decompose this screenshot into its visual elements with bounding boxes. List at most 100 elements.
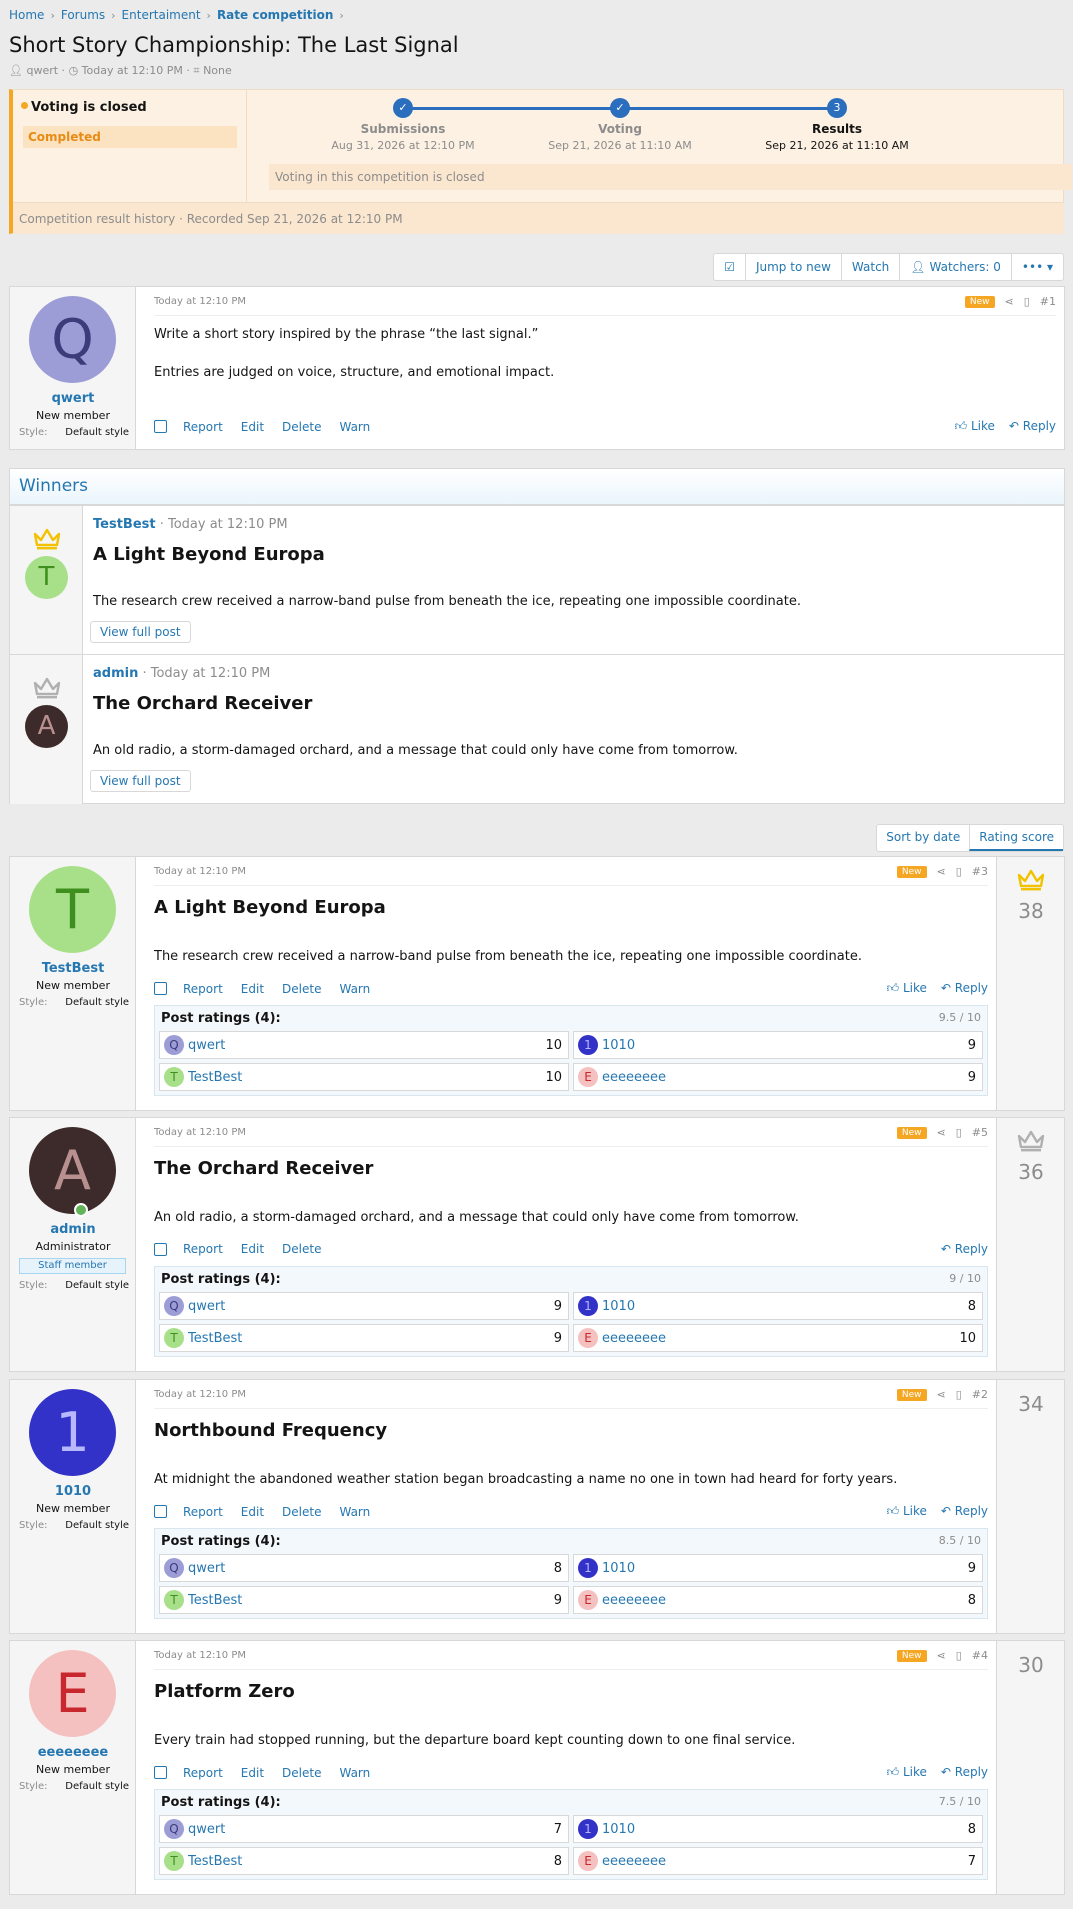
bookmark-icon[interactable]: ▯ (956, 1388, 962, 1401)
crumb-rate-competition[interactable]: Rate competition (217, 8, 333, 22)
reply-button[interactable]: ↶ Reply (1009, 419, 1056, 433)
crumb-home[interactable]: Home (9, 8, 44, 22)
select-toggle-button[interactable]: ☑︎ (714, 254, 745, 280)
post-date[interactable]: Today at 12:10 PM (154, 1127, 246, 1138)
avatar[interactable]: Q (164, 1558, 184, 1578)
avatar[interactable]: Q (29, 296, 116, 383)
select-checkbox[interactable] (154, 1766, 167, 1779)
select-checkbox[interactable] (154, 420, 167, 433)
more-options-button[interactable]: ••• ▾ (1010, 254, 1063, 280)
post-date[interactable]: Today at 12:10 PM (154, 1389, 246, 1400)
avatar[interactable]: E (29, 1650, 116, 1737)
bookmark-icon[interactable]: ▯ (956, 865, 962, 878)
crumb-forums[interactable]: Forums (61, 8, 105, 22)
rater-name[interactable]: eeeeeeee (602, 1070, 968, 1085)
select-checkbox[interactable] (154, 1242, 167, 1256)
rater-name[interactable]: 1010 (602, 1038, 968, 1053)
warn-button[interactable]: Warn (339, 1766, 370, 1780)
post-number[interactable]: #5 (972, 1126, 988, 1139)
edit-button[interactable]: Edit (241, 1505, 264, 1519)
select-checkbox[interactable] (154, 1505, 167, 1518)
delete-button[interactable]: Delete (282, 982, 321, 996)
reply-button[interactable]: ↶ Reply (941, 1242, 988, 1256)
rater-name[interactable]: qwert (188, 1038, 545, 1053)
watchers-button[interactable]: 👤︎ Watchers: 0 (899, 254, 1011, 280)
username[interactable]: admin (10, 1222, 136, 1237)
bookmark-icon[interactable]: ▯ (956, 1126, 962, 1139)
like-button[interactable]: 👍︎ Like (887, 1504, 927, 1518)
avatar[interactable]: 1 (578, 1558, 598, 1578)
select-checkbox[interactable] (154, 982, 167, 995)
rater-name[interactable]: 1010 (602, 1299, 968, 1314)
warn-button[interactable]: Warn (339, 1505, 370, 1519)
watch-button[interactable]: Watch (840, 254, 899, 280)
edit-button[interactable]: Edit (241, 420, 264, 434)
post-number[interactable]: #2 (972, 1388, 988, 1401)
delete-button[interactable]: Delete (282, 1505, 321, 1519)
winner-username[interactable]: TestBest (93, 517, 156, 532)
avatar[interactable]: E (578, 1851, 598, 1871)
post-date[interactable]: Today at 12:10 PM (154, 296, 246, 307)
post-number[interactable]: #1 (1040, 295, 1056, 308)
rater-name[interactable]: TestBest (188, 1070, 545, 1085)
post-date[interactable]: Today at 12:10 PM (154, 866, 246, 877)
rater-name[interactable]: eeeeeeee (602, 1331, 959, 1346)
avatar[interactable]: T (164, 1328, 184, 1348)
edit-button[interactable]: Edit (241, 1242, 264, 1256)
sort-by-rating-button[interactable]: Rating score (969, 825, 1063, 851)
rater-name[interactable]: qwert (188, 1822, 554, 1837)
report-button[interactable]: Report (183, 982, 223, 996)
rater-name[interactable]: qwert (188, 1561, 554, 1576)
avatar[interactable]: Q (164, 1296, 184, 1316)
like-button[interactable]: 👍︎ Like (887, 981, 927, 995)
rater-name[interactable]: TestBest (188, 1331, 554, 1346)
avatar[interactable]: T (164, 1590, 184, 1610)
warn-button[interactable]: Warn (339, 420, 370, 434)
avatar[interactable]: Q (164, 1035, 184, 1055)
reply-button[interactable]: ↶ Reply (941, 1504, 988, 1518)
share-icon[interactable]: ⋖ (937, 1126, 946, 1139)
avatar[interactable]: 1 (578, 1819, 598, 1839)
report-button[interactable]: Report (183, 1766, 223, 1780)
avatar[interactable]: Q (164, 1819, 184, 1839)
rater-name[interactable]: TestBest (188, 1593, 554, 1608)
avatar[interactable]: 1 (578, 1296, 598, 1316)
report-button[interactable]: Report (183, 1242, 223, 1256)
edit-button[interactable]: Edit (241, 982, 264, 996)
avatar[interactable]: 1 (578, 1035, 598, 1055)
like-button[interactable]: 👍︎ Like (955, 419, 995, 433)
reply-button[interactable]: ↶ Reply (941, 981, 988, 995)
share-icon[interactable]: ⋖ (937, 1649, 946, 1662)
avatar[interactable]: A (25, 705, 68, 748)
username[interactable]: TestBest (10, 961, 136, 976)
rater-name[interactable]: qwert (188, 1299, 554, 1314)
username[interactable]: qwert (10, 391, 136, 406)
delete-button[interactable]: Delete (282, 420, 321, 434)
rater-name[interactable]: 1010 (602, 1822, 968, 1837)
sort-by-date-button[interactable]: Sort by date (877, 825, 969, 851)
warn-button[interactable]: Warn (339, 982, 370, 996)
rater-name[interactable]: eeeeeeee (602, 1854, 968, 1869)
avatar[interactable]: T (29, 866, 116, 953)
username[interactable]: eeeeeeee (10, 1745, 136, 1760)
bookmark-icon[interactable]: ▯ (1024, 295, 1030, 308)
share-icon[interactable]: ⋖ (937, 1388, 946, 1401)
rater-name[interactable]: 1010 (602, 1561, 968, 1576)
report-button[interactable]: Report (183, 1505, 223, 1519)
avatar[interactable]: E (578, 1328, 598, 1348)
avatar[interactable]: T (164, 1067, 184, 1087)
post-date[interactable]: Today at 12:10 PM (154, 1650, 246, 1661)
report-button[interactable]: Report (183, 420, 223, 434)
rater-name[interactable]: eeeeeeee (602, 1593, 968, 1608)
delete-button[interactable]: Delete (282, 1242, 321, 1256)
like-button[interactable]: 👍︎ Like (887, 1765, 927, 1779)
avatar[interactable]: T (25, 556, 68, 599)
delete-button[interactable]: Delete (282, 1766, 321, 1780)
post-number[interactable]: #3 (972, 865, 988, 878)
bookmark-icon[interactable]: ▯ (956, 1649, 962, 1662)
share-icon[interactable]: ⋖ (1005, 295, 1014, 308)
avatar[interactable]: 1 (29, 1389, 116, 1476)
view-full-post-button[interactable]: View full post (90, 770, 191, 792)
rater-name[interactable]: TestBest (188, 1854, 554, 1869)
avatar[interactable]: E (578, 1067, 598, 1087)
